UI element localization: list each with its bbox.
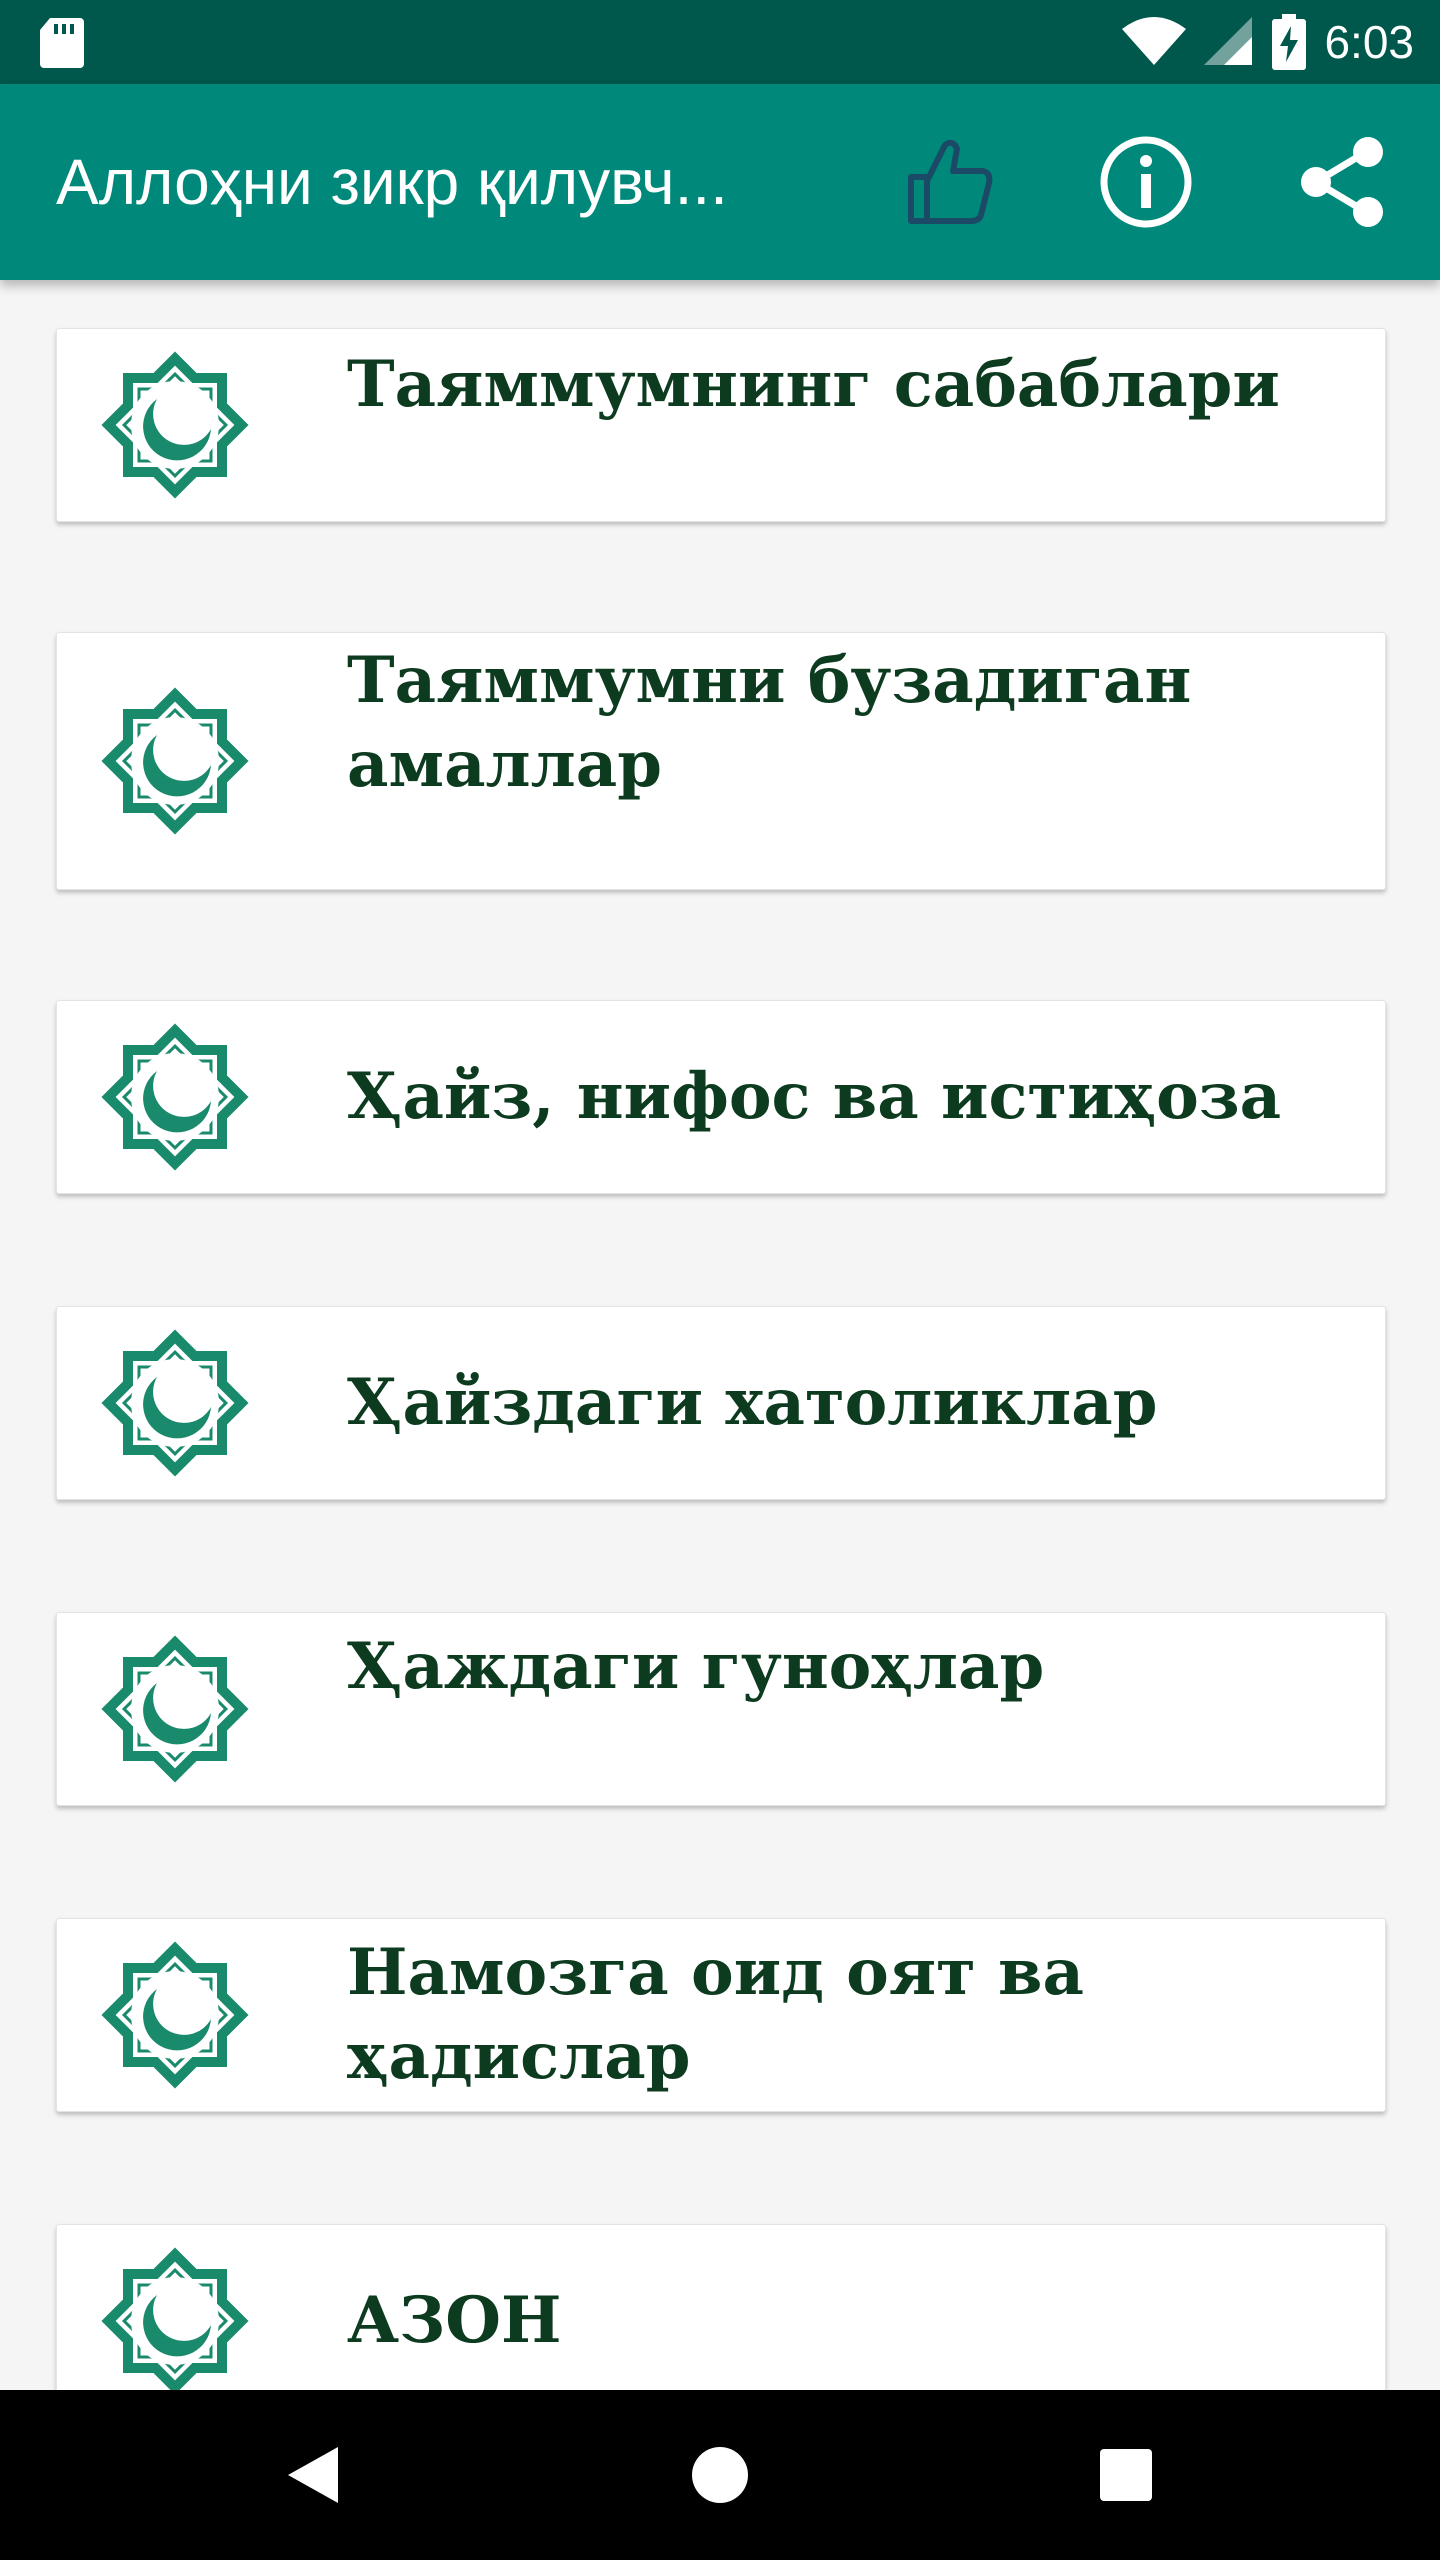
list-item-label: Намозга оид оят ва ҳадислар (347, 1935, 1084, 2094)
list-item-label: Ҳайз, нифос ва истиҳоза (347, 1059, 1282, 1134)
list-item[interactable]: АЗОН (56, 2224, 1386, 2390)
app-bar: Аллоҳни зикр қилувч... (0, 84, 1440, 280)
sd-card-icon (40, 18, 84, 68)
list-item-label: АЗОН (347, 2283, 562, 2358)
recents-button[interactable] (1076, 2425, 1176, 2525)
list-item-label: Таяммумнинг сабаблари (347, 347, 1280, 422)
crescent-emblem-icon (87, 337, 263, 513)
thumbs-up-icon (908, 139, 993, 224)
crescent-emblem-icon (87, 2233, 263, 2390)
share-button[interactable] (1286, 126, 1398, 238)
list-item-label: Таяммумни бузадиган амаллар (347, 643, 1192, 802)
topic-list[interactable]: Таяммумнинг сабаблари Таяммумни бузадига… (0, 280, 1440, 2390)
crescent-emblem-icon (87, 673, 263, 849)
crescent-emblem-icon (87, 1621, 263, 1797)
crescent-emblem-icon (87, 1315, 263, 1491)
info-icon (1100, 136, 1192, 228)
list-item[interactable]: Ҳайз, нифос ва истиҳоза (56, 1000, 1386, 1194)
recents-icon (1100, 2449, 1152, 2501)
status-time: 6:03 (1324, 16, 1414, 68)
app-title: Аллоҳни зикр қилувч... (56, 146, 728, 218)
list-item[interactable]: Ҳаждаги гуноҳлар (56, 1612, 1386, 1806)
list-item-label: Ҳаждаги гуноҳлар (347, 1629, 1045, 1704)
back-icon (288, 2447, 338, 2503)
home-button[interactable] (670, 2425, 770, 2525)
list-item[interactable]: Таяммумни бузадиган амаллар (56, 632, 1386, 890)
back-button[interactable] (264, 2425, 364, 2525)
share-icon (1301, 137, 1383, 227)
status-bar: 6:03 (0, 0, 1440, 84)
crescent-emblem-icon (87, 1009, 263, 1185)
signal-icon (1204, 17, 1253, 65)
like-button[interactable] (894, 126, 1006, 238)
list-item[interactable]: Намозга оид оят ва ҳадислар (56, 1918, 1386, 2112)
crescent-emblem-icon (87, 1927, 263, 2103)
battery-charging-icon (1272, 14, 1307, 70)
navigation-bar (0, 2390, 1440, 2560)
home-icon (692, 2447, 748, 2503)
wifi-icon (1122, 17, 1187, 65)
list-item-label: Ҳайздаги хатоликлар (347, 1365, 1158, 1440)
info-button[interactable] (1090, 126, 1202, 238)
list-item[interactable]: Таяммумнинг сабаблари (56, 328, 1386, 522)
list-item[interactable]: Ҳайздаги хатоликлар (56, 1306, 1386, 1500)
